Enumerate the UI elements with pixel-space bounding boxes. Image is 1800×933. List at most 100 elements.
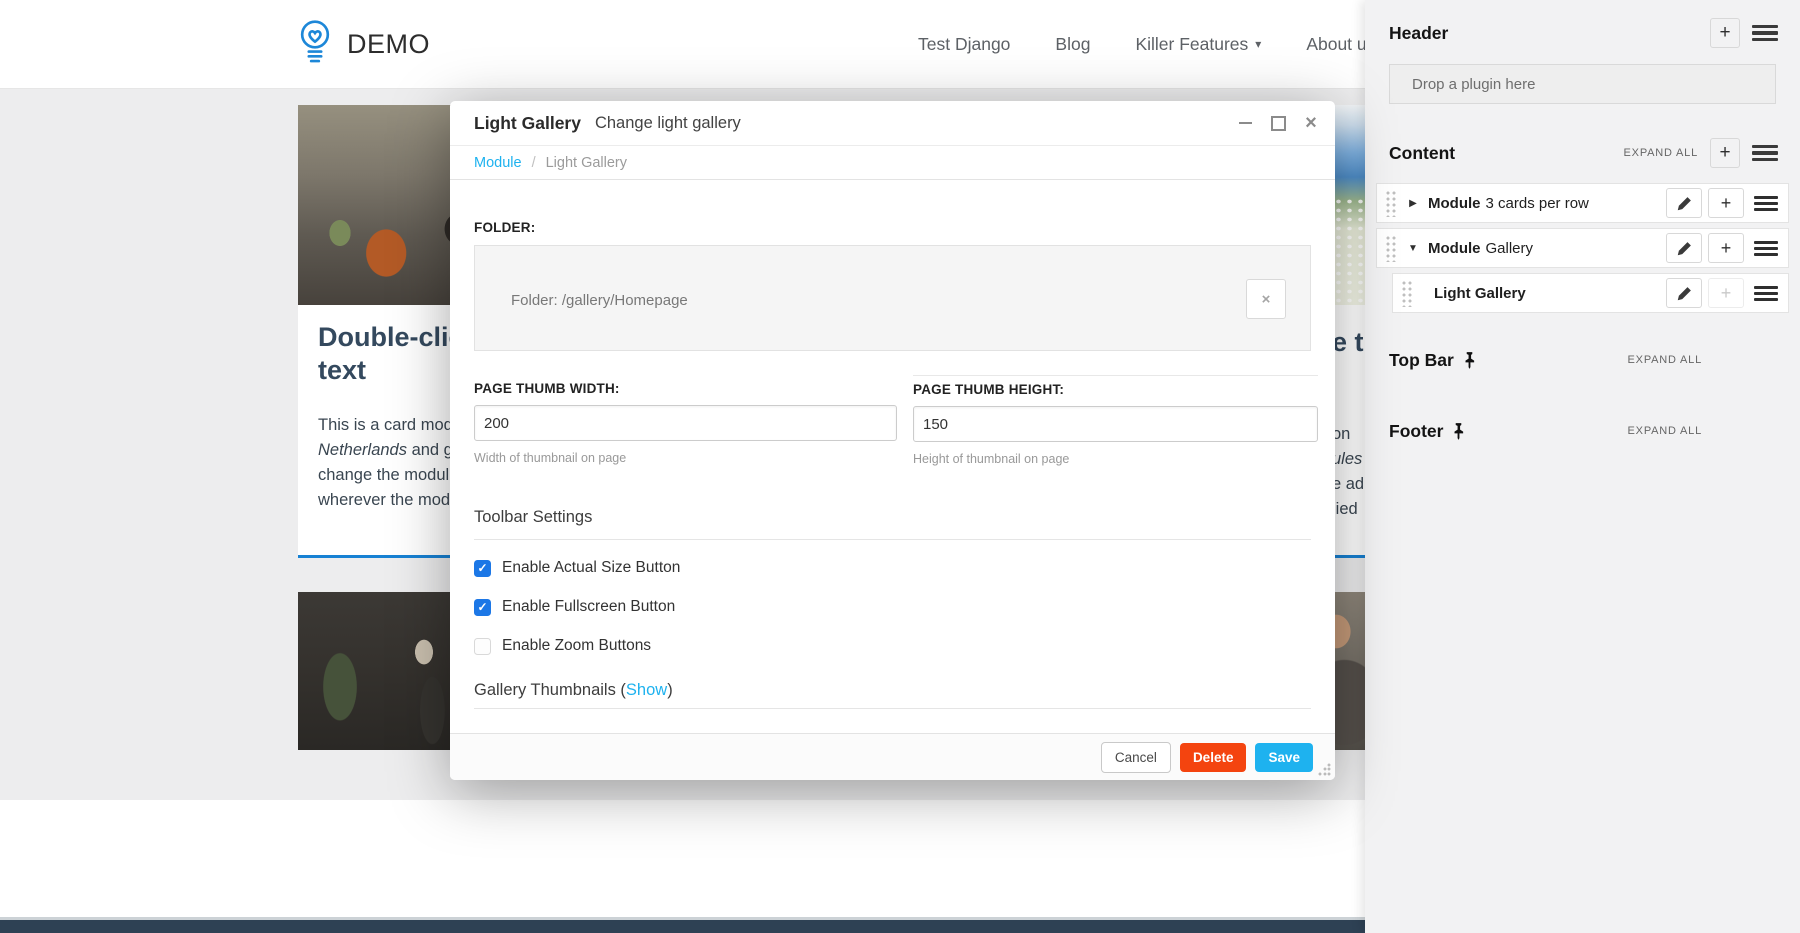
nav-item-blog[interactable]: Blog xyxy=(1055,34,1090,55)
footer-section-title: Footer xyxy=(1389,421,1465,442)
checkbox-actual-size-label[interactable]: Enable Actual Size Button xyxy=(502,559,680,577)
plugin-menu-icon[interactable] xyxy=(1754,241,1778,256)
right-card-line3: e ad xyxy=(1332,475,1364,494)
header-menu-icon[interactable] xyxy=(1752,25,1778,41)
gallery-thumbnails-show-link[interactable]: Show xyxy=(626,681,667,699)
resize-grip[interactable] xyxy=(1318,763,1331,776)
plugin-row-module-3-cards[interactable]: ▶ Module 3 cards per row + xyxy=(1376,183,1789,223)
lightbulb-heart-logo-icon xyxy=(296,18,334,70)
plugin-row-light-gallery[interactable]: Light Gallery + xyxy=(1392,273,1789,313)
edit-plugin-button[interactable] xyxy=(1666,188,1702,218)
thumb-width-field: PAGE THUMB WIDTH: Width of thumbnail on … xyxy=(474,375,897,466)
modal-titlebar[interactable]: Light Gallery Change light gallery × xyxy=(450,101,1335,146)
site-header: DEMO Test Django Blog Killer Features ▾ … xyxy=(0,0,1365,89)
modal-subtitle: Change light gallery xyxy=(595,114,741,133)
site-logo[interactable]: DEMO xyxy=(296,14,430,74)
checkbox-fullscreen[interactable]: ✓ xyxy=(474,599,491,616)
checkbox-row-zoom[interactable]: Enable Zoom Buttons xyxy=(474,636,1311,656)
plugin-menu-icon[interactable] xyxy=(1754,196,1778,211)
nav-item-test-django[interactable]: Test Django xyxy=(918,34,1010,55)
sidebar-section-topbar: Top Bar EXPAND ALL xyxy=(1365,345,1800,375)
cancel-button[interactable]: Cancel xyxy=(1101,742,1171,773)
right-card-line2: ules xyxy=(1332,450,1362,469)
chevron-down-icon: ▾ xyxy=(1255,37,1261,51)
maximize-icon[interactable] xyxy=(1270,115,1286,131)
plugin-label: Module Gallery xyxy=(1428,240,1533,257)
plugin-label: Light Gallery xyxy=(1434,285,1526,302)
plugin-name: 3 cards per row xyxy=(1486,195,1589,212)
pencil-icon xyxy=(1677,286,1692,301)
edit-plugin-button[interactable] xyxy=(1666,233,1702,263)
thumb-height-input[interactable] xyxy=(913,406,1318,442)
plugin-type: Module xyxy=(1428,240,1481,257)
checkbox-actual-size[interactable]: ✓ xyxy=(474,560,491,577)
delete-button[interactable]: Delete xyxy=(1180,743,1247,772)
plugin-name: Gallery xyxy=(1486,240,1534,257)
divider xyxy=(474,539,1311,540)
pin-icon[interactable] xyxy=(1463,352,1476,369)
header-dropzone[interactable]: Drop a plugin here xyxy=(1389,64,1776,104)
gallery-thumbnails-suffix: ) xyxy=(667,681,673,699)
nav-item-about-us[interactable]: About us xyxy=(1306,34,1365,55)
thumb-height-label: PAGE THUMB HEIGHT: xyxy=(913,382,1318,397)
plugin-row-module-gallery[interactable]: ▼ Module Gallery + xyxy=(1376,228,1789,268)
breadcrumb-module-link[interactable]: Module xyxy=(474,155,522,171)
checkbox-zoom[interactable] xyxy=(474,638,491,655)
sidebar-section-content: Content EXPAND ALL + xyxy=(1365,138,1800,168)
drag-handle-icon[interactable] xyxy=(1401,280,1414,307)
drag-handle-icon[interactable] xyxy=(1385,190,1398,217)
breadcrumb-separator: / xyxy=(532,155,536,171)
thumb-width-help: Width of thumbnail on page xyxy=(474,451,897,465)
header-section-title: Header xyxy=(1389,23,1448,44)
checkbox-zoom-label[interactable]: Enable Zoom Buttons xyxy=(502,637,651,655)
folder-label: FOLDER: xyxy=(474,220,1311,235)
plugin-type: Light Gallery xyxy=(1434,285,1526,302)
drag-handle-icon[interactable] xyxy=(1385,235,1398,262)
topbar-title-text: Top Bar xyxy=(1389,350,1454,371)
nav-item-killer-features[interactable]: Killer Features ▾ xyxy=(1135,34,1261,55)
thumb-width-input[interactable] xyxy=(474,405,897,441)
modal-footer: Cancel Delete Save xyxy=(450,733,1335,780)
screen: DEMO Test Django Blog Killer Features ▾ … xyxy=(0,0,1800,933)
expand-collapsed-icon[interactable]: ▶ xyxy=(1404,198,1422,209)
gallery-thumbnails-line: Gallery Thumbnails (Show) xyxy=(474,681,1311,700)
thumb-width-label: PAGE THUMB WIDTH: xyxy=(474,381,897,396)
structure-sidebar: Header + Drop a plugin here Content EXPA… xyxy=(1365,0,1800,933)
checkbox-fullscreen-label[interactable]: Enable Fullscreen Button xyxy=(502,598,675,616)
folder-value: Folder: /gallery/Homepage xyxy=(511,292,688,309)
checkbox-row-fullscreen[interactable]: ✓ Enable Fullscreen Button xyxy=(474,597,1311,617)
folder-drop-area[interactable]: Folder: /gallery/Homepage × xyxy=(474,245,1311,351)
checkbox-row-actual-size[interactable]: ✓ Enable Actual Size Button xyxy=(474,558,1311,578)
expand-expanded-icon[interactable]: ▼ xyxy=(1404,243,1422,254)
content-add-plugin-button[interactable]: + xyxy=(1710,138,1740,168)
toolbar-settings-heading: Toolbar Settings xyxy=(474,508,1311,527)
content-menu-icon[interactable] xyxy=(1752,145,1778,161)
right-card-heading-fragment: e t xyxy=(1332,327,1364,358)
main-nav: Test Django Blog Killer Features ▾ About… xyxy=(918,0,1365,88)
plugin-label: Module 3 cards per row xyxy=(1428,195,1589,212)
edit-plugin-button[interactable] xyxy=(1666,278,1702,308)
topbar-expand-all[interactable]: EXPAND ALL xyxy=(1628,354,1702,366)
footer-title-text: Footer xyxy=(1389,421,1443,442)
add-child-plugin-button[interactable]: + xyxy=(1708,233,1744,263)
close-icon[interactable]: × xyxy=(1303,115,1319,131)
header-add-plugin-button[interactable]: + xyxy=(1710,18,1740,48)
card-body-line2-italic: Netherlands xyxy=(318,441,407,459)
add-child-plugin-button[interactable]: + xyxy=(1708,188,1744,218)
plugin-menu-icon[interactable] xyxy=(1754,286,1778,301)
pin-icon[interactable] xyxy=(1452,423,1465,440)
content-expand-all[interactable]: EXPAND ALL xyxy=(1624,147,1698,159)
minimize-icon[interactable] xyxy=(1237,115,1253,131)
right-card-line4: lied xyxy=(1332,500,1358,519)
modal-title: Light Gallery xyxy=(474,113,581,134)
brand-name: DEMO xyxy=(347,29,430,60)
modal-body: FOLDER: Folder: /gallery/Homepage × PAGE… xyxy=(450,220,1335,709)
folder-clear-button[interactable]: × xyxy=(1246,279,1286,319)
plugin-type: Module xyxy=(1428,195,1481,212)
thumb-height-field: PAGE THUMB HEIGHT: Height of thumbnail o… xyxy=(913,375,1318,466)
breadcrumb: Module / Light Gallery xyxy=(450,146,1335,180)
footer-expand-all[interactable]: EXPAND ALL xyxy=(1628,425,1702,437)
topbar-section-title: Top Bar xyxy=(1389,350,1476,371)
save-button[interactable]: Save xyxy=(1255,743,1313,772)
breadcrumb-current: Light Gallery xyxy=(546,155,627,171)
